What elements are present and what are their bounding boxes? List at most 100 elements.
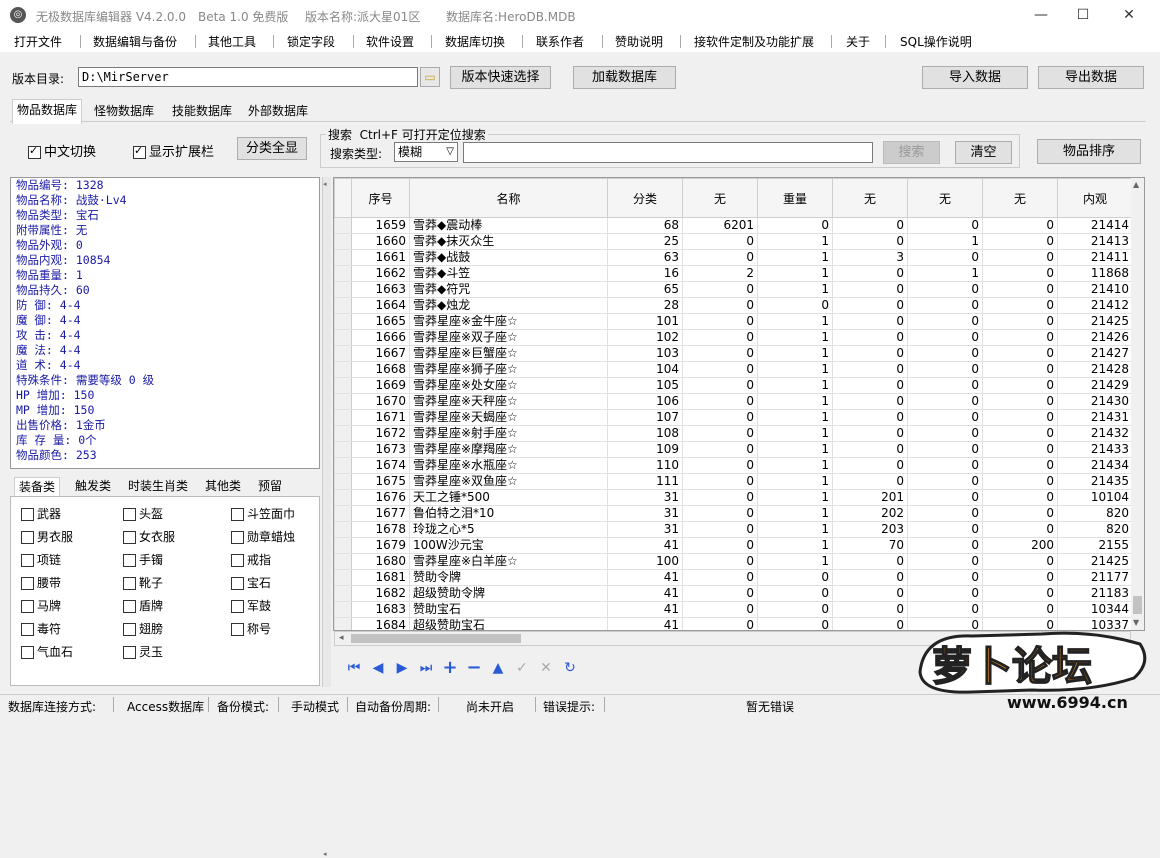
table-cell[interactable]: 0 <box>982 361 1058 378</box>
category-checkbox[interactable]: 靴子 <box>123 574 163 591</box>
table-cell[interactable]: 0 <box>757 585 833 602</box>
menu-sponsor[interactable]: 赞助说明 <box>615 33 663 50</box>
table-cell[interactable]: 雪莽星座※狮子座☆ <box>409 361 608 378</box>
table-cell[interactable]: 0 <box>832 569 908 586</box>
table-cell[interactable]: 11868 <box>1057 265 1133 282</box>
table-cell[interactable]: 21431 <box>1057 409 1133 426</box>
table-cell[interactable]: 雪莽◆震动棒 <box>409 217 608 234</box>
table-cell[interactable]: 1669 <box>351 377 410 394</box>
table-cell[interactable]: 1666 <box>351 329 410 346</box>
table-cell[interactable]: 21429 <box>1057 377 1133 394</box>
row-indicator[interactable] <box>334 425 352 442</box>
table-row[interactable]: 1676 天工之锤*500 31 0 1 201 0 0 10104 <box>334 489 1133 506</box>
table-cell[interactable]: 70 <box>832 537 908 554</box>
first-record-icon[interactable]: ⏮ <box>346 660 362 676</box>
tab-skills[interactable]: 技能数据库 <box>168 101 236 121</box>
table-cell[interactable]: 0 <box>832 457 908 474</box>
table-cell[interactable]: 0 <box>682 457 758 474</box>
table-cell[interactable]: 0 <box>907 361 983 378</box>
table-cell[interactable]: 2 <box>682 265 758 282</box>
table-cell[interactable]: 0 <box>982 521 1058 538</box>
table-cell[interactable]: 0 <box>982 441 1058 458</box>
table-cell[interactable]: 雪莽星座※天蝎座☆ <box>409 409 608 426</box>
row-indicator[interactable] <box>334 393 352 410</box>
table-cell[interactable]: 0 <box>982 297 1058 314</box>
row-indicator[interactable] <box>334 249 352 266</box>
subtab-fashion[interactable]: 时装生肖类 <box>128 477 188 495</box>
subtab-trigger[interactable]: 触发类 <box>75 477 111 495</box>
table-cell[interactable]: 1681 <box>351 569 410 586</box>
table-cell[interactable]: 104 <box>607 361 683 378</box>
column-header[interactable]: 无 <box>682 178 758 218</box>
table-cell[interactable]: 25 <box>607 233 683 250</box>
table-cell[interactable]: 0 <box>907 217 983 234</box>
table-cell[interactable]: 0 <box>907 393 983 410</box>
table-cell[interactable]: 1 <box>757 537 833 554</box>
row-indicator[interactable] <box>334 505 352 522</box>
scroll-up-icon[interactable]: ▲ <box>1133 180 1139 189</box>
table-cell[interactable]: 68 <box>607 217 683 234</box>
table-cell[interactable]: 雪莽◆抹灭众生 <box>409 233 608 250</box>
table-row[interactable]: 1678 玲珑之心*5 31 0 1 203 0 0 820 <box>334 521 1133 538</box>
chinese-switch-checkbox[interactable]: 中文切换 <box>28 141 96 160</box>
table-cell[interactable]: 1676 <box>351 489 410 506</box>
prev-record-icon[interactable]: ◀ <box>370 660 386 676</box>
table-cell[interactable]: 1 <box>757 265 833 282</box>
table-cell[interactable]: 1683 <box>351 601 410 618</box>
column-header[interactable]: 序号 <box>351 178 410 218</box>
table-cell[interactable]: 雪莽星座※处女座☆ <box>409 377 608 394</box>
tab-external[interactable]: 外部数据库 <box>244 101 312 121</box>
row-indicator[interactable] <box>334 297 352 314</box>
table-cell[interactable]: 1675 <box>351 473 410 490</box>
menu-open-file[interactable]: 打开文件 <box>14 33 62 50</box>
table-cell[interactable]: 0 <box>982 345 1058 362</box>
maximize-button[interactable]: ☐ <box>1060 0 1106 30</box>
table-cell[interactable]: 1 <box>757 457 833 474</box>
table-cell[interactable]: 21435 <box>1057 473 1133 490</box>
table-cell[interactable]: 0 <box>982 489 1058 506</box>
row-indicator[interactable] <box>334 377 352 394</box>
table-cell[interactable]: 0 <box>832 377 908 394</box>
category-checkbox[interactable]: 灵玉 <box>123 643 163 660</box>
table-cell[interactable]: 0 <box>907 409 983 426</box>
table-cell[interactable]: 0 <box>832 329 908 346</box>
table-cell[interactable]: 0 <box>907 297 983 314</box>
table-row[interactable]: 1682 超级赞助令牌 41 0 0 0 0 0 21183 <box>334 585 1133 602</box>
row-indicator[interactable] <box>334 217 352 234</box>
table-cell[interactable]: 107 <box>607 409 683 426</box>
table-cell[interactable]: 6201 <box>682 217 758 234</box>
table-cell[interactable]: 雪莽星座※摩羯座☆ <box>409 441 608 458</box>
table-cell[interactable]: 200 <box>982 537 1058 554</box>
table-cell[interactable]: 0 <box>757 601 833 618</box>
table-cell[interactable]: 1678 <box>351 521 410 538</box>
table-cell[interactable]: 0 <box>832 281 908 298</box>
insert-record-icon[interactable]: + <box>442 659 458 677</box>
table-cell[interactable]: 21433 <box>1057 441 1133 458</box>
category-checkbox[interactable]: 头盔 <box>123 505 163 522</box>
category-checkbox[interactable]: 女衣服 <box>123 528 175 545</box>
table-cell[interactable]: 0 <box>982 377 1058 394</box>
table-cell[interactable]: 111 <box>607 473 683 490</box>
delete-record-icon[interactable]: − <box>466 659 482 677</box>
table-cell[interactable]: 0 <box>832 585 908 602</box>
export-button[interactable]: 导出数据 <box>1038 66 1144 89</box>
row-indicator[interactable] <box>334 489 352 506</box>
table-cell[interactable]: 0 <box>832 361 908 378</box>
column-header[interactable]: 无 <box>982 178 1058 218</box>
row-indicator[interactable] <box>334 617 352 630</box>
category-checkbox[interactable]: 称号 <box>231 620 271 637</box>
row-indicator[interactable] <box>334 537 352 554</box>
table-cell[interactable]: 1684 <box>351 617 410 630</box>
table-cell[interactable]: 0 <box>832 617 908 630</box>
table-cell[interactable]: 109 <box>607 441 683 458</box>
table-cell[interactable]: 0 <box>907 473 983 490</box>
table-cell[interactable]: 108 <box>607 425 683 442</box>
table-cell[interactable]: 1661 <box>351 249 410 266</box>
category-checkbox[interactable]: 盾牌 <box>123 597 163 614</box>
table-cell[interactable]: 0 <box>757 217 833 234</box>
row-indicator[interactable] <box>334 473 352 490</box>
menu-db-switch[interactable]: 数据库切换 <box>445 33 505 50</box>
table-cell[interactable]: 1 <box>757 505 833 522</box>
table-cell[interactable]: 100W沙元宝 <box>409 537 608 554</box>
table-cell[interactable]: 0 <box>907 377 983 394</box>
